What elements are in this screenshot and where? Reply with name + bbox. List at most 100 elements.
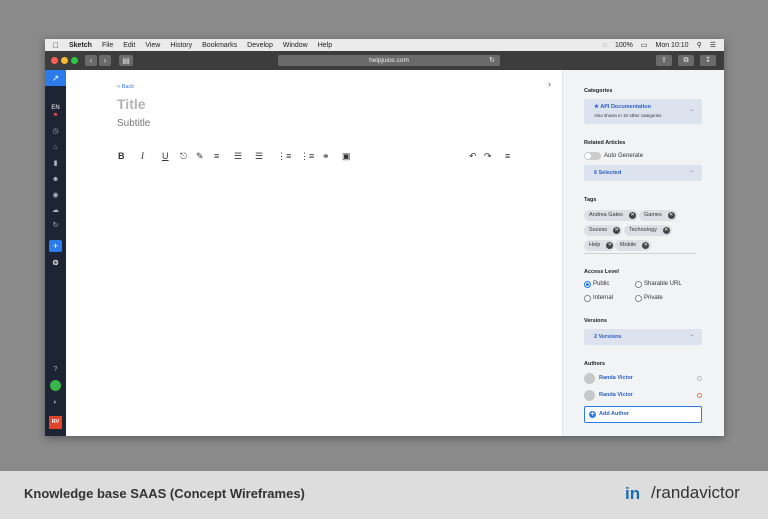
image-icon[interactable]: ▣ bbox=[342, 151, 351, 161]
globe-icon[interactable]: ◉ bbox=[45, 191, 66, 201]
bold-icon[interactable]: B bbox=[118, 151, 125, 161]
remove-tag-icon[interactable]: ✕ bbox=[613, 227, 621, 234]
menu-develop[interactable]: Develop bbox=[247, 42, 273, 49]
author-row[interactable]: Randa Victor bbox=[584, 373, 702, 384]
share-icon[interactable]: ⇧ bbox=[656, 55, 672, 66]
undo-icon[interactable]: ↶ bbox=[469, 151, 477, 161]
menu-app[interactable]: Sketch bbox=[69, 42, 92, 49]
subtitle-input[interactable]: Subtitle bbox=[117, 118, 150, 129]
theme-icon[interactable]: ◐ bbox=[45, 398, 66, 408]
chevron-down-icon: ⌄ bbox=[689, 107, 694, 113]
back-link[interactable]: < Back bbox=[117, 84, 134, 90]
category-value: API Documentation bbox=[600, 104, 651, 110]
plus-icon: + bbox=[589, 411, 596, 418]
wifi-icon[interactable]: ◌ bbox=[603, 42, 607, 49]
ordered-list-icon[interactable]: ⋮≡ bbox=[277, 151, 291, 161]
remove-tag-icon[interactable]: ✕ bbox=[628, 212, 636, 219]
clock[interactable]: Mon 10:10 bbox=[655, 42, 688, 49]
menu-help[interactable]: Help bbox=[318, 42, 332, 49]
remove-tag-icon[interactable]: ✕ bbox=[606, 242, 614, 249]
collapse-panel-icon[interactable]: › bbox=[548, 79, 551, 89]
back-nav-button[interactable]: ‹ bbox=[85, 55, 97, 66]
plus-icon[interactable]: + bbox=[49, 240, 62, 252]
editor-area: < Back Title Subtitle B I U ⎋ ✎ ≡ ☰ ☰ ⋮≡… bbox=[66, 70, 562, 436]
url-bar[interactable]: helpjuice.com ↻ bbox=[278, 55, 500, 66]
menu-edit[interactable]: Edit bbox=[123, 42, 135, 49]
radio-private[interactable]: Private bbox=[635, 294, 663, 302]
author-status-icon[interactable] bbox=[697, 376, 702, 381]
align-justify-icon[interactable]: ≡ bbox=[214, 151, 219, 161]
align-left-icon[interactable]: ☰ bbox=[234, 151, 242, 161]
bullet-list-icon[interactable]: ⋮≡ bbox=[300, 151, 314, 161]
home-icon[interactable]: ⌂ bbox=[45, 143, 66, 153]
remove-tag-icon[interactable]: ✕ bbox=[662, 227, 670, 234]
author-name: Randa Victor bbox=[599, 375, 633, 381]
download-icon[interactable]: ↧ bbox=[700, 55, 716, 66]
sync-icon[interactable]: ↻ bbox=[45, 221, 66, 231]
status-icon[interactable] bbox=[50, 380, 61, 391]
users-icon[interactable]: ☻ bbox=[45, 175, 66, 185]
auto-generate-toggle[interactable] bbox=[584, 152, 601, 160]
radio-internal[interactable]: Internal bbox=[584, 294, 613, 302]
highlight-icon[interactable]: ✎ bbox=[196, 151, 204, 161]
versions-select[interactable]: 2 Versions ⌄ bbox=[584, 329, 702, 345]
caption-text: Knowledge base SAAS (Concept Wireframes) bbox=[24, 486, 305, 501]
text-color-icon[interactable]: ⎋ bbox=[180, 151, 187, 161]
apple-icon[interactable]:  bbox=[53, 41, 63, 50]
align-right-icon[interactable]: ☰ bbox=[255, 151, 263, 161]
battery-icon[interactable]: ▭ bbox=[641, 41, 648, 49]
tag-chip: Games ✕ bbox=[639, 210, 677, 221]
radio-sharable-url[interactable]: Sharable URL bbox=[635, 280, 682, 288]
related-select[interactable]: 6 Selected ⌄ bbox=[584, 165, 702, 181]
menu-view[interactable]: View bbox=[145, 42, 160, 49]
remove-tag-icon[interactable]: ✕ bbox=[642, 242, 650, 249]
remove-tag-icon[interactable]: ✕ bbox=[667, 212, 675, 219]
redo-icon[interactable]: ↷ bbox=[484, 151, 492, 161]
linkedin-handle: /randavictor bbox=[651, 483, 740, 502]
forward-nav-button[interactable]: › bbox=[99, 55, 111, 66]
author-row[interactable]: Randa Victor bbox=[584, 390, 702, 401]
related-value: 6 Selected bbox=[594, 170, 622, 176]
zoom-window-button[interactable] bbox=[71, 57, 78, 64]
chevron-down-icon: ⌄ bbox=[689, 332, 694, 338]
spotlight-search-icon[interactable]: ⚲ bbox=[697, 41, 702, 49]
list-icon[interactable]: ☰ bbox=[710, 41, 716, 49]
link-icon[interactable]: ⚭ bbox=[322, 151, 330, 161]
related-heading: Related Articles bbox=[584, 140, 626, 146]
close-window-button[interactable] bbox=[51, 57, 58, 64]
cloud-upload-icon[interactable]: ☁ bbox=[45, 206, 66, 216]
author-status-icon[interactable] bbox=[697, 393, 702, 398]
categories-heading: Categories bbox=[584, 88, 613, 94]
underline-icon[interactable]: U bbox=[162, 151, 169, 161]
auto-generate-label: Auto Generate bbox=[604, 153, 644, 159]
minimize-window-button[interactable] bbox=[61, 57, 68, 64]
category-note: Also shown in 10 other categories bbox=[594, 113, 662, 118]
tag-chip: Andrea Gates ✕ bbox=[584, 210, 638, 221]
avatar[interactable]: RV bbox=[49, 416, 62, 429]
tags-divider bbox=[584, 253, 696, 254]
title-input[interactable]: Title bbox=[117, 96, 146, 112]
sidebar-toggle-icon[interactable]: ▤ bbox=[119, 55, 133, 66]
question-icon[interactable]: ? bbox=[45, 365, 66, 375]
author-name: Randa Victor bbox=[599, 392, 633, 398]
versions-heading: Versions bbox=[584, 318, 607, 324]
categories-select[interactable]: ★ API Documentation Also shown in 10 oth… bbox=[584, 99, 702, 124]
italic-icon[interactable]: I bbox=[141, 151, 144, 161]
tag-chip: Mobile ✕ bbox=[615, 240, 652, 251]
flag-icon[interactable]: ⚑ bbox=[45, 111, 66, 121]
radio-public[interactable]: Public bbox=[584, 280, 609, 288]
menu-bookmarks[interactable]: Bookmarks bbox=[202, 42, 237, 49]
add-author-button[interactable]: + Add Author bbox=[584, 406, 702, 423]
menu-history[interactable]: History bbox=[170, 42, 192, 49]
tabs-icon[interactable]: ⧉ bbox=[678, 55, 694, 66]
menu-window[interactable]: Window bbox=[283, 42, 308, 49]
tag-chip: Sucess ✕ bbox=[584, 225, 623, 236]
help-ring-icon[interactable]: ❂ bbox=[45, 259, 66, 269]
battery-percent: 100% bbox=[614, 41, 633, 49]
more-menu-icon[interactable]: ≡ bbox=[505, 151, 510, 161]
history-icon[interactable]: ◷ bbox=[45, 127, 66, 137]
reload-icon[interactable]: ↻ bbox=[489, 55, 495, 66]
external-link-icon[interactable]: ↗ bbox=[45, 70, 66, 86]
chart-icon[interactable]: ▮ bbox=[45, 159, 66, 169]
menu-file[interactable]: File bbox=[102, 42, 113, 49]
